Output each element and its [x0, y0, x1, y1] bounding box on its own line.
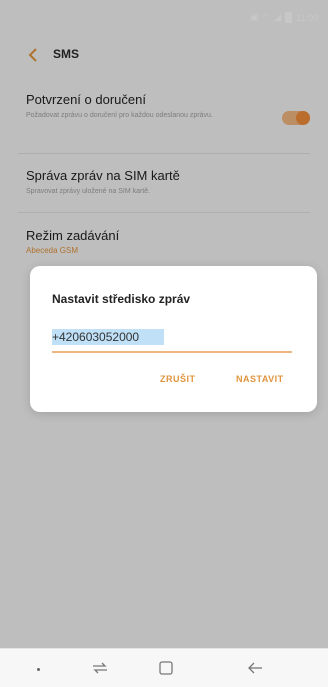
- back-arrow-icon[interactable]: [245, 659, 265, 677]
- navigation-bar: [0, 648, 328, 687]
- message-center-input[interactable]: [52, 326, 292, 348]
- input-underline: [52, 351, 292, 353]
- cancel-button[interactable]: ZRUŠIT: [160, 374, 196, 384]
- message-center-field: [52, 326, 292, 354]
- dialog-title: Nastavit středisko zpráv: [52, 292, 191, 306]
- message-center-dialog: Nastavit středisko zpráv ZRUŠIT NASTAVIT: [30, 266, 317, 412]
- set-button[interactable]: NASTAVIT: [236, 374, 284, 384]
- nav-dot-icon: [37, 668, 40, 671]
- home-square-icon[interactable]: [157, 659, 175, 677]
- recent-apps-icon[interactable]: [90, 659, 110, 677]
